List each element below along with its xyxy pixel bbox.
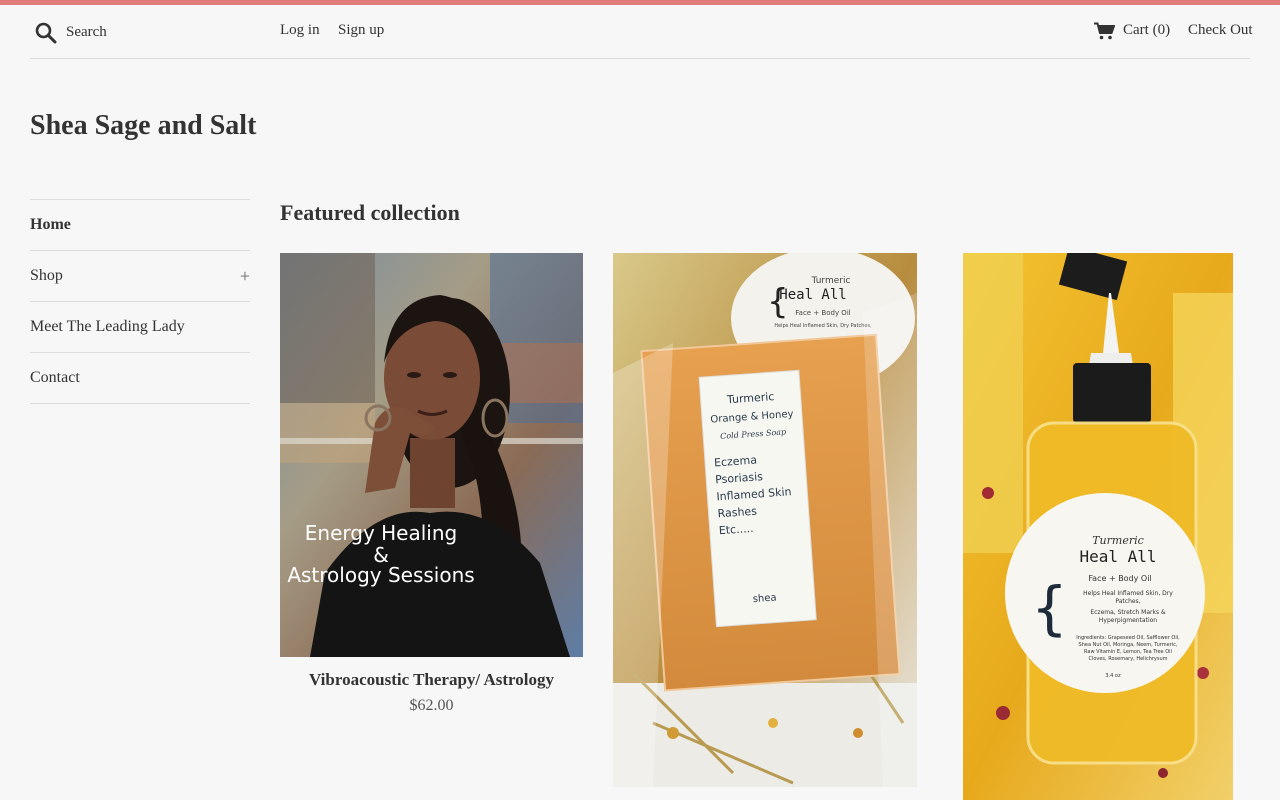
product-image-turmeric-soap[interactable]: Turmeric Heal All Face + Body Oil Helps … (613, 253, 917, 787)
sidebar-item-label: Meet The Leading Lady (30, 318, 185, 335)
checkout-link[interactable]: Check Out (1188, 22, 1253, 39)
svg-text:Ingredients: Grapeseed Oil, Sa: Ingredients: Grapeseed Oil, Safflower Oi… (1076, 635, 1180, 641)
site-header: Log in Sign up Cart (0) Check Out (30, 5, 1253, 59)
svg-text:Cloves, Rosemary, Helichrysum: Cloves, Rosemary, Helichrysum (1088, 656, 1167, 662)
svg-text:Helps Heal Inflamed Skin, Dry: Helps Heal Inflamed Skin, Dry Patches, (774, 323, 872, 329)
svg-text:Rashes: Rashes (717, 505, 757, 521)
svg-text:Etc.....: Etc..... (718, 522, 754, 537)
svg-text:{: { (767, 282, 789, 322)
svg-text:Heal All: Heal All (779, 287, 846, 303)
sidebar-nav: Home Shop + Meet The Leading Lady Contac… (30, 199, 250, 404)
plus-icon[interactable]: + (240, 251, 250, 301)
image-caption-line1: Energy Healing (305, 521, 457, 545)
svg-text:Raw Vitamin E, Lemon, Tea Tree: Raw Vitamin E, Lemon, Tea Tree Oil (1084, 649, 1172, 655)
sidebar-item-meet-the-leading-lady[interactable]: Meet The Leading Lady (30, 302, 250, 353)
svg-text:Turmeric: Turmeric (1092, 534, 1144, 547)
svg-text:Turmeric: Turmeric (811, 276, 851, 286)
sidebar-item-label: Shop (30, 267, 63, 284)
login-link[interactable]: Log in (280, 22, 320, 39)
svg-text:Helps Heal Inflamed Skin, Dry: Helps Heal Inflamed Skin, Dry (1083, 590, 1173, 597)
svg-text:Shea Nut Oil, Moringa, Neem, T: Shea Nut Oil, Moringa, Neem, Turmeric, (1079, 642, 1178, 648)
product-price: $62.00 (409, 697, 454, 714)
search-input[interactable] (66, 19, 266, 45)
svg-text:Hyperpigmentation: Hyperpigmentation (1099, 617, 1157, 624)
svg-text:shea: shea (752, 592, 777, 605)
featured-collection-title: Featured collection (280, 200, 460, 225)
search-icon[interactable] (35, 22, 57, 44)
cart-link[interactable]: Cart (0) (1123, 22, 1170, 39)
sidebar-item-home[interactable]: Home (30, 200, 250, 251)
sidebar-item-shop[interactable]: Shop + (30, 251, 250, 302)
svg-text:{: { (1031, 574, 1068, 642)
svg-text:3.4 oz: 3.4 oz (1105, 673, 1121, 679)
product-image-heal-all-oil[interactable]: Turmeric Heal All Face + Body Oil Helps … (963, 253, 1233, 800)
sidebar-item-label: Contact (30, 369, 80, 386)
svg-text:Face + Body Oil: Face + Body Oil (795, 309, 850, 317)
product-image-vibroacoustic[interactable]: Energy Healing & Astrology Sessions (280, 253, 583, 657)
sidebar-item-label: Home (30, 216, 71, 233)
site-title[interactable]: Shea Sage and Salt (30, 110, 256, 142)
product-title[interactable]: Vibroacoustic Therapy/ Astrology (280, 670, 583, 690)
sidebar-item-contact[interactable]: Contact (30, 353, 250, 404)
svg-text:Eczema, Stretch Marks &: Eczema, Stretch Marks & (1090, 609, 1166, 616)
image-caption-line3: Astrology Sessions (287, 563, 474, 587)
svg-text:Face + Body Oil: Face + Body Oil (1088, 574, 1151, 583)
svg-text:Heal All: Heal All (1079, 547, 1156, 566)
cart-icon[interactable] (1094, 22, 1115, 40)
signup-link[interactable]: Sign up (338, 22, 384, 39)
svg-text:Patches,: Patches, (1115, 598, 1140, 605)
